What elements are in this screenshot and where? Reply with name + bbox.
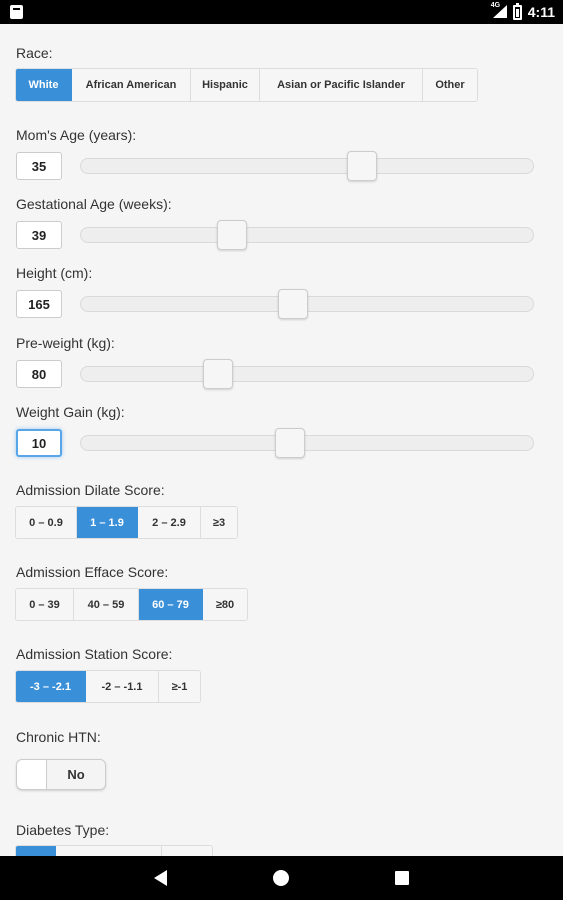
dilate-option-2[interactable]: 2 – 2.9 <box>138 507 201 538</box>
height-slider-thumb[interactable] <box>278 289 308 319</box>
chronic-htn-label: Chronic HTN: <box>16 729 101 745</box>
dilate-score-label: Admission Dilate Score: <box>16 482 165 498</box>
back-triangle-icon[interactable] <box>154 870 167 886</box>
pre-weight-slider-thumb[interactable] <box>203 359 233 389</box>
gestational-age-slider-thumb[interactable] <box>217 220 247 250</box>
height-label: Height (cm): <box>16 265 93 281</box>
network-type-label: 4G <box>490 2 501 9</box>
moms-age-label: Mom's Age (years): <box>16 127 137 143</box>
battery-icon <box>512 2 522 20</box>
diabetes-type-label: Diabetes Type: <box>16 822 110 838</box>
weight-gain-slider-track[interactable] <box>80 435 534 451</box>
weight-gain-slider-thumb[interactable] <box>275 428 305 458</box>
race-option-african-american[interactable]: African American <box>72 69 191 101</box>
efface-score-selector: 0 – 39 40 – 59 60 – 79 ≥80 <box>15 588 248 621</box>
weight-gain-label: Weight Gain (kg): <box>16 404 125 420</box>
home-circle-icon[interactable] <box>273 870 289 886</box>
pre-weight-label: Pre-weight (kg): <box>16 335 115 351</box>
diabetes-option-0[interactable] <box>16 846 56 856</box>
race-option-asian-pacific[interactable]: Asian or Pacific Islander <box>260 69 423 101</box>
dilate-score-selector: 0 – 0.9 1 – 1.9 2 – 2.9 ≥3 <box>15 506 238 539</box>
gestational-age-slider-track[interactable] <box>80 227 534 243</box>
station-option-neg2[interactable]: -2 – -1.1 <box>86 671 159 702</box>
moms-age-slider-track[interactable] <box>80 158 534 174</box>
gestational-age-input[interactable]: 39 <box>16 221 62 249</box>
sd-card-icon <box>10 5 23 19</box>
efface-option-60[interactable]: 60 – 79 <box>139 589 203 620</box>
status-time: 4:11 <box>527 4 555 20</box>
height-input[interactable]: 165 <box>16 290 62 318</box>
moms-age-input[interactable]: 35 <box>16 152 62 180</box>
dilate-option-3[interactable]: ≥3 <box>201 507 237 538</box>
status-icons: 4G 4:11 <box>490 2 555 21</box>
station-option-neg1[interactable]: ≥-1 <box>159 671 200 702</box>
race-option-hispanic[interactable]: Hispanic <box>191 69 260 101</box>
race-label: Race: <box>16 45 53 61</box>
dilate-option-1[interactable]: 1 – 1.9 <box>77 507 138 538</box>
dilate-option-0[interactable]: 0 – 0.9 <box>16 507 77 538</box>
race-option-other[interactable]: Other <box>423 69 477 101</box>
status-bar: 4G 4:11 <box>0 0 563 24</box>
chronic-htn-value: No <box>67 767 85 782</box>
efface-option-80[interactable]: ≥80 <box>203 589 247 620</box>
efface-score-label: Admission Efface Score: <box>16 564 169 580</box>
chronic-htn-toggle[interactable]: No <box>16 759 106 790</box>
pre-weight-slider-track[interactable] <box>80 366 534 382</box>
race-option-white[interactable]: White <box>16 69 72 101</box>
efface-option-0[interactable]: 0 – 39 <box>16 589 74 620</box>
recent-square-icon[interactable] <box>395 871 409 885</box>
calculator-form: Race: White African American Hispanic As… <box>0 24 563 856</box>
station-option-neg3[interactable]: -3 – -2.1 <box>16 671 86 702</box>
station-score-selector: -3 – -2.1 -2 – -1.1 ≥-1 <box>15 670 201 703</box>
signal-icon: 4G <box>490 2 507 19</box>
diabetes-option-2[interactable] <box>162 846 212 856</box>
efface-option-40[interactable]: 40 – 59 <box>74 589 139 620</box>
diabetes-option-1[interactable] <box>56 846 162 856</box>
toggle-knob <box>17 760 47 789</box>
race-selector: White African American Hispanic Asian or… <box>15 68 478 102</box>
navigation-bar <box>0 856 563 900</box>
diabetes-type-selector <box>15 845 213 856</box>
pre-weight-input[interactable]: 80 <box>16 360 62 388</box>
gestational-age-label: Gestational Age (weeks): <box>16 196 172 212</box>
weight-gain-input[interactable]: 10 <box>16 429 62 457</box>
station-score-label: Admission Station Score: <box>16 646 173 662</box>
moms-age-slider-thumb[interactable] <box>347 151 377 181</box>
